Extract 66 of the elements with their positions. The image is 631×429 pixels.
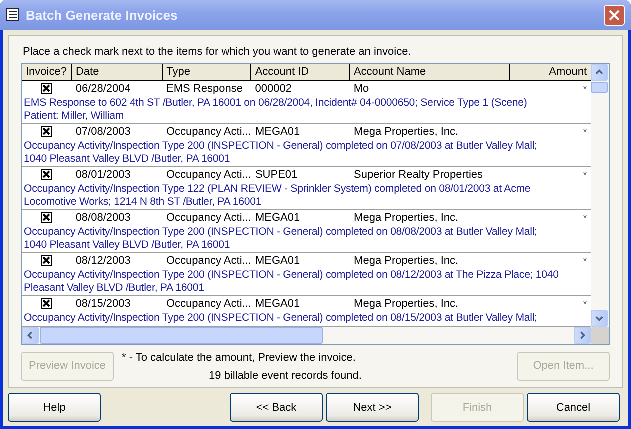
table-cell-text: MEGA01 <box>254 297 302 312</box>
table-cell-text: SUPE01 <box>254 168 299 183</box>
table-cell-text: 06/28/2004 <box>74 82 132 97</box>
table-cell-text: Mo <box>352 82 370 97</box>
checkbox[interactable] <box>41 83 52 94</box>
scroll-up-icon[interactable] <box>591 64 608 81</box>
row-description: Occupancy Activity/Inspection Type 122 (PLAN REVIEW - Sprinkler System) completed on 08/01/2003 at Acme Locomotive Works; 1214 N 8th ST /Butler, PA 16001 <box>23 183 532 209</box>
table-cell-text: Mega Properties, Inc. <box>353 297 460 312</box>
column-header[interactable]: Date <box>72 64 163 81</box>
table-cell-text: MEGA01 <box>254 211 302 226</box>
table-cell-text: Occupancy Acti... <box>165 125 252 140</box>
table-cell-text: 08/15/2003 <box>74 297 132 312</box>
checkbox[interactable] <box>41 255 52 266</box>
checkbox[interactable] <box>41 169 52 180</box>
table-cell-text: EMS Response <box>166 82 244 97</box>
footnote-text: * - To calculate the amount, Preview the invoice. <box>121 352 357 366</box>
row-description: Occupancy Activity/Inspection Type 200 (INSPECTION - General) completed on 08/08/2003 at Butler Valley Mall; 1040 Pleasant Valley BLVD /Butler, PA 16001 <box>23 226 538 252</box>
row-description: Occupancy Activity/Inspection Type 200 (INSPECTION - General) completed on 08/12/2003 at The Pizza Place; 1040 Pleasant Valley BLVD /Butler, PA 16001 <box>23 269 560 295</box>
table-cell-text: 07/08/2003 <box>74 125 132 140</box>
column-header[interactable]: Account Name <box>350 64 510 81</box>
status-text: 19 billable event records found. <box>208 370 363 382</box>
app-icon <box>6 8 20 22</box>
amount-mark: * <box>582 126 588 139</box>
scroll-right-icon[interactable] <box>574 326 591 344</box>
back-button[interactable]: << Back <box>230 393 323 422</box>
row-description: Occupancy Activity/Inspection Type 200 (INSPECTION - General) completed on 07/08/2003 at Butler Valley Mall; 1040 Pleasant Valley BLVD /Butler, PA 16001 <box>23 140 538 166</box>
amount-mark: * <box>582 255 588 268</box>
checkbox[interactable] <box>41 298 52 309</box>
help-button[interactable]: Help <box>8 393 101 422</box>
row-description: Occupancy Activity/Inspection Type 200 (INSPECTION - General) completed on 08/15/2003 at Butler Valley Mall; <box>23 312 538 326</box>
table-cell-text: 08/01/2003 <box>74 168 132 183</box>
amount-mark: * <box>582 169 588 182</box>
table-cell-text: Occupancy Acti... <box>165 297 252 312</box>
table-cell-text: Mega Properties, Inc. <box>353 125 460 140</box>
scroll-thumb[interactable] <box>40 326 323 344</box>
scroll-left-icon[interactable] <box>22 326 39 344</box>
next-button[interactable]: Next >> <box>326 393 419 422</box>
scroll-down-icon[interactable] <box>591 310 608 326</box>
table-cell-text: Occupancy Acti... <box>165 254 252 269</box>
close-button[interactable] <box>604 4 625 26</box>
instruction-text: Place a check mark next to the items for which you want to generate an invoice. <box>22 45 412 60</box>
scroll-corner <box>591 326 609 344</box>
column-header[interactable]: Amount <box>510 64 592 81</box>
amount-mark: * <box>582 83 588 96</box>
table-cell-text: MEGA01 <box>254 125 302 140</box>
amount-mark: * <box>582 212 588 225</box>
close-icon <box>608 8 621 22</box>
row-description: EMS Response to 602 4th ST /Butler, PA 16001 on 06/28/2004, Incident# 04-0000650; Service Type 1 (Scene) Patient: Miller, William <box>23 97 528 123</box>
window-title: Batch Generate Invoices <box>26 8 179 22</box>
scroll-thumb[interactable] <box>591 82 608 93</box>
cancel-button[interactable]: Cancel <box>527 393 620 422</box>
table-cell-text: Occupancy Acti... <box>165 211 252 226</box>
checkbox[interactable] <box>41 126 52 137</box>
table-cell-text: Superior Realty Properties <box>353 168 484 183</box>
amount-mark: * <box>582 298 588 311</box>
table-cell-text: 08/08/2003 <box>74 211 132 226</box>
checkbox[interactable] <box>41 212 52 223</box>
table-cell-text: 000002 <box>254 82 293 97</box>
table-cell-text: Occupancy Acti... <box>165 168 252 183</box>
table-cell-text: Mega Properties, Inc. <box>353 254 460 269</box>
column-header[interactable]: Type <box>162 64 252 81</box>
column-header[interactable]: Account ID <box>251 64 350 81</box>
table-cell-text: Mega Properties, Inc. <box>353 211 460 226</box>
table-cell-text: MEGA01 <box>254 254 302 269</box>
column-header[interactable]: Invoice? <box>22 64 72 81</box>
table-cell-text: 08/12/2003 <box>74 254 132 269</box>
